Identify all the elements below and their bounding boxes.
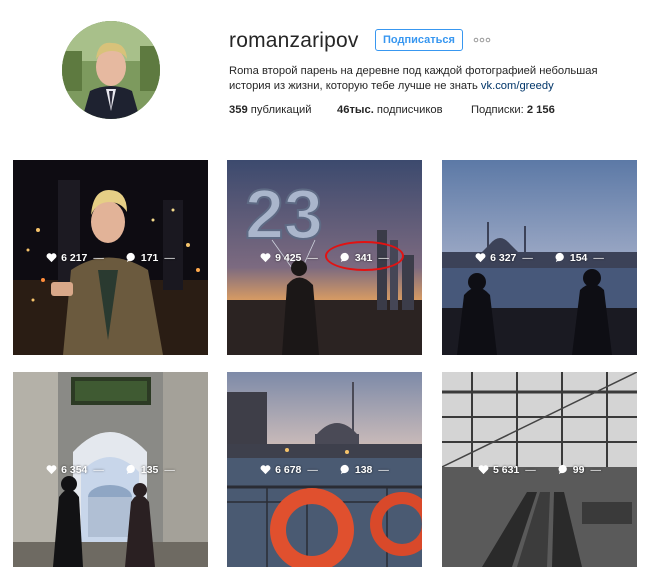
likes-dash: — bbox=[93, 251, 104, 264]
post-likes: 9 425 — bbox=[260, 252, 318, 264]
comments-dash: — bbox=[593, 251, 604, 264]
heart-icon bbox=[478, 465, 489, 475]
comments-dash: — bbox=[164, 251, 175, 264]
post-comments: 138 — bbox=[340, 464, 389, 476]
post-stats-overlay: 6 327 — 154 — bbox=[442, 160, 637, 355]
heart-icon bbox=[475, 253, 486, 263]
likes-count: 6 327 bbox=[490, 251, 517, 264]
post-comments: 135 — bbox=[126, 464, 175, 476]
post-tile[interactable]: 23 9 425— 341— bbox=[227, 160, 422, 355]
likes-dash: — bbox=[93, 463, 104, 476]
post-tile[interactable]: 6 678 — 138 — bbox=[227, 372, 422, 567]
post-tile[interactable]: 6 354 — 135 — bbox=[13, 372, 208, 567]
post-comments: 171 — bbox=[126, 252, 175, 264]
comments-count: 341 bbox=[354, 251, 373, 264]
post-stats-overlay: 6 678 — 138 — bbox=[227, 372, 422, 567]
comments-count: 135 bbox=[140, 463, 159, 476]
comment-icon bbox=[340, 252, 349, 263]
comment-icon bbox=[558, 464, 567, 475]
post-likes: 6 217 — bbox=[46, 252, 104, 264]
post-tile[interactable]: 6 217 — 171 — bbox=[13, 160, 208, 355]
heart-icon bbox=[46, 465, 57, 475]
likes-count: 6 217 bbox=[61, 251, 88, 264]
likes-dash: — bbox=[307, 463, 318, 476]
comments-count: 154 bbox=[569, 251, 588, 264]
likes-count: 9 425 bbox=[275, 251, 302, 264]
post-likes: 5 631 — bbox=[478, 464, 536, 476]
comments-dash: — bbox=[590, 463, 601, 476]
comment-icon bbox=[126, 252, 135, 263]
post-likes: 6 327 — bbox=[475, 252, 533, 264]
post-stats-overlay: 6 354 — 135 — bbox=[13, 372, 208, 567]
likes-count: 6 678 bbox=[275, 463, 302, 476]
post-likes: 6 678 — bbox=[260, 464, 318, 476]
comments-count: 99 bbox=[572, 463, 585, 476]
post-stats-overlay: 9 425 — 341 — bbox=[227, 160, 422, 355]
likes-dash: — bbox=[525, 463, 536, 476]
likes-dash: — bbox=[307, 251, 318, 264]
comments-dash: — bbox=[378, 463, 389, 476]
comment-icon bbox=[555, 252, 564, 263]
heart-icon bbox=[260, 253, 271, 263]
post-tile[interactable]: 5 631 — 99 — bbox=[442, 372, 637, 567]
post-comments: 154 — bbox=[555, 252, 604, 264]
post-likes: 6 354 — bbox=[46, 464, 104, 476]
likes-count: 5 631 bbox=[493, 463, 520, 476]
comments-count: 171 bbox=[140, 251, 159, 264]
likes-dash: — bbox=[522, 251, 533, 264]
post-stats-overlay: 5 631 — 99 — bbox=[442, 372, 637, 567]
comments-dash: — bbox=[164, 463, 175, 476]
comments-count: 138 bbox=[354, 463, 373, 476]
post-stats-overlay: 6 217 — 171 — bbox=[13, 160, 208, 355]
heart-icon bbox=[46, 253, 57, 263]
post-comments: 99 — bbox=[558, 464, 601, 476]
comment-icon bbox=[340, 464, 349, 475]
post-comments: 341 — bbox=[340, 252, 389, 264]
comment-icon bbox=[126, 464, 135, 475]
heart-icon bbox=[260, 465, 271, 475]
comments-dash: — bbox=[378, 251, 389, 264]
posts-grid: 6 217— 171— 23 9 425 — 341 — 6 327 — 154… bbox=[0, 0, 656, 585]
post-tile[interactable]: 6 327 — 154 — bbox=[442, 160, 637, 355]
likes-count: 6 354 bbox=[61, 463, 88, 476]
